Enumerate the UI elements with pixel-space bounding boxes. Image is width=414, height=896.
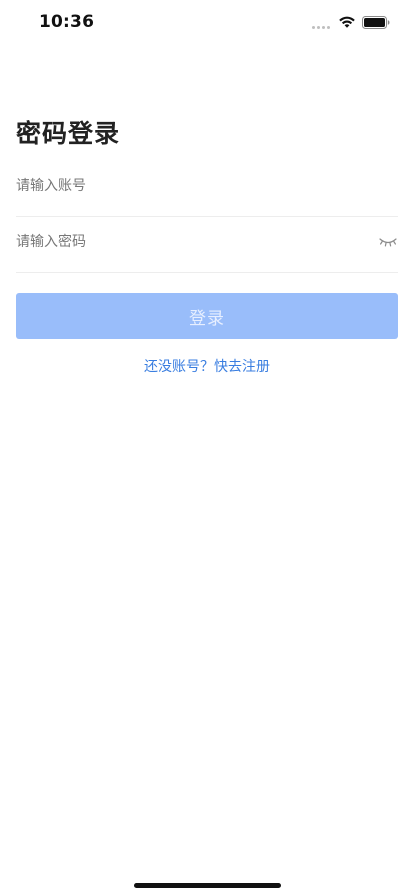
- wifi-icon: [339, 16, 355, 28]
- eye-closed-icon[interactable]: [378, 234, 398, 250]
- register-link[interactable]: 还没账号？快去注册: [0, 356, 414, 376]
- password-field-row: [16, 220, 398, 273]
- cellular-signal-icon: [312, 26, 332, 30]
- home-indicator[interactable]: [134, 883, 281, 888]
- status-time: 10:36: [39, 12, 95, 32]
- page-title: 密码登录: [16, 119, 121, 148]
- battery-icon: [362, 16, 390, 29]
- login-button[interactable]: 登录: [16, 293, 398, 339]
- password-input[interactable]: [16, 230, 356, 254]
- status-bar: 10:36: [0, 0, 414, 48]
- account-field-row: [16, 164, 398, 217]
- account-input[interactable]: [16, 174, 356, 198]
